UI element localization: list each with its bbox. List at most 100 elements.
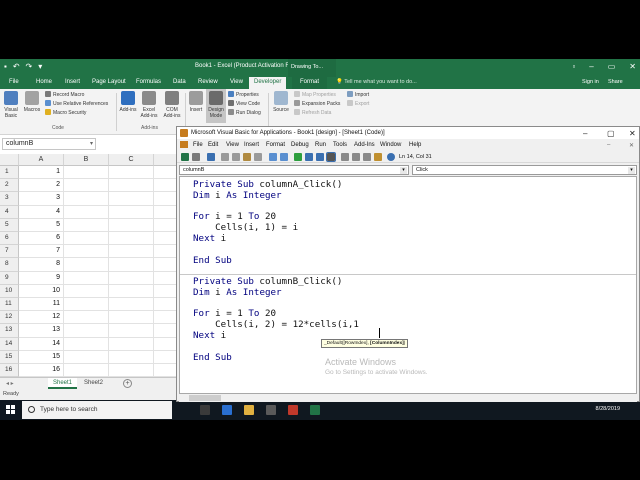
grid-cell[interactable] <box>109 258 154 272</box>
close-icon[interactable]: ✕ <box>629 62 636 71</box>
share-button[interactable]: Share <box>608 79 623 85</box>
design-mode-button[interactable]: Design Mode <box>206 89 226 123</box>
menu-format[interactable]: Format <box>266 142 285 148</box>
code-line[interactable]: Cells(i, 2) = 12*cells(i,1 <box>193 319 359 330</box>
tab-home[interactable]: Home <box>36 79 52 85</box>
save-icon[interactable]: ▪ <box>4 62 7 71</box>
code-procedure-columnA[interactable]: Private Sub columnA_Click() Dim i As Int… <box>193 179 342 266</box>
tab-data[interactable]: Data <box>173 79 186 85</box>
row-header[interactable]: 9 <box>0 271 19 285</box>
sign-in-link[interactable]: Sign in <box>582 79 599 85</box>
task-view-icon[interactable] <box>200 405 210 415</box>
grid-cell[interactable]: 12 <box>19 311 64 325</box>
grid-cell[interactable]: 1 <box>19 166 64 180</box>
row-header[interactable]: 2 <box>0 179 19 193</box>
store-icon[interactable] <box>266 405 276 415</box>
redo-icon[interactable] <box>280 153 288 161</box>
row-header[interactable]: 4 <box>0 205 19 219</box>
menu-run[interactable]: Run <box>315 142 326 148</box>
copy-icon[interactable] <box>232 153 240 161</box>
save-icon[interactable] <box>207 153 215 161</box>
grid-cell[interactable] <box>64 166 109 180</box>
code-line[interactable]: For i = 1 To 20 <box>193 211 276 222</box>
view-excel-icon[interactable] <box>181 153 189 161</box>
grid-cell[interactable]: 16 <box>19 364 64 378</box>
windows-start-icon[interactable] <box>6 405 16 415</box>
grid-cell[interactable] <box>109 245 154 259</box>
grid-cell[interactable] <box>109 166 154 180</box>
column-header[interactable]: A <box>19 154 64 166</box>
source-button[interactable]: Source <box>271 91 291 113</box>
macro-security-button[interactable]: Macro Security <box>45 109 86 117</box>
ribbon-display-icon[interactable]: ▫ <box>572 62 575 71</box>
grid-cell[interactable] <box>64 245 109 259</box>
grid-cell[interactable] <box>64 364 109 378</box>
grid-cell[interactable] <box>109 350 154 364</box>
cut-icon[interactable] <box>221 153 229 161</box>
taskbar-search[interactable]: Type here to search <box>22 401 172 419</box>
procedure-dropdown[interactable]: Click ▾ <box>412 165 637 175</box>
grid-cell[interactable] <box>64 324 109 338</box>
chevron-down-icon[interactable]: ▾ <box>90 140 93 147</box>
chevron-down-icon[interactable]: ▾ <box>400 167 407 174</box>
file-explorer-icon[interactable] <box>244 405 254 415</box>
name-box[interactable]: columnB ▾ <box>2 138 96 150</box>
object-dropdown[interactable]: columnB ▾ <box>179 165 409 175</box>
insert-controls-button[interactable]: Insert <box>187 91 205 113</box>
undo-icon[interactable]: ↶ <box>13 62 20 71</box>
maximize-icon[interactable]: ▭ <box>608 62 616 71</box>
sheet-tab-sheet1[interactable]: Sheet1 <box>48 378 78 389</box>
visual-basic-button[interactable]: Visual Basic <box>2 91 20 119</box>
grid-cell[interactable] <box>109 324 154 338</box>
select-all-corner[interactable] <box>0 154 19 166</box>
grid-cell[interactable] <box>109 232 154 246</box>
view-code-button[interactable]: View Code <box>228 100 260 108</box>
reset-icon[interactable] <box>316 153 324 161</box>
menu-edit[interactable]: Edit <box>208 142 218 148</box>
grid-cell[interactable] <box>64 258 109 272</box>
grid-cell[interactable] <box>64 232 109 246</box>
menu-help[interactable]: Help <box>409 142 421 148</box>
code-horizontal-scrollbar[interactable] <box>179 394 637 402</box>
row-header[interactable]: 16 <box>0 364 19 378</box>
grid-cell[interactable]: 15 <box>19 350 64 364</box>
row-header[interactable]: 13 <box>0 324 19 338</box>
menu-insert[interactable]: Insert <box>244 142 259 148</box>
code-line[interactable]: Dim i As Integer <box>193 287 282 298</box>
row-header[interactable]: 10 <box>0 284 19 298</box>
code-line[interactable]: End Sub <box>193 352 232 363</box>
row-header[interactable]: 5 <box>0 218 19 232</box>
column-header[interactable]: B <box>64 154 109 166</box>
scrollbar-thumb[interactable] <box>189 395 221 401</box>
relative-refs-button[interactable]: Use Relative References <box>45 100 108 108</box>
redo-icon[interactable]: ↷ <box>26 62 33 71</box>
code-line[interactable]: Next i <box>193 330 226 341</box>
refresh-data-button[interactable]: Refresh Data <box>294 109 331 117</box>
worksheet-grid[interactable]: A B C 1 1 2 2 3 3 4 4 5 5 6 6 7 7 8 8 9 9 10 10 11 11 12 12 13 13… <box>0 154 180 378</box>
grid-cell[interactable]: 10 <box>19 284 64 298</box>
grid-cell[interactable] <box>64 218 109 232</box>
grid-cell[interactable]: 3 <box>19 192 64 206</box>
grid-cell[interactable] <box>109 284 154 298</box>
code-line[interactable]: Dim i As Integer <box>193 190 282 201</box>
code-procedure-columnB[interactable]: Private Sub columnB_Click() Dim i As Int… <box>193 276 359 363</box>
menu-view[interactable]: View <box>226 142 239 148</box>
paste-icon[interactable] <box>243 153 251 161</box>
code-line[interactable]: For i = 1 To 20 <box>193 308 276 319</box>
edge-icon[interactable] <box>222 405 232 415</box>
minimize-icon[interactable]: – <box>589 62 593 71</box>
tab-insert[interactable]: Insert <box>65 79 80 85</box>
grid-cell[interactable] <box>109 298 154 312</box>
grid-cell[interactable] <box>109 192 154 206</box>
grid-cell[interactable]: 6 <box>19 232 64 246</box>
row-header[interactable]: 15 <box>0 350 19 364</box>
grid-cell[interactable]: 7 <box>19 245 64 259</box>
macros-button[interactable]: Macros <box>22 91 42 113</box>
export-button[interactable]: Export <box>347 100 369 108</box>
tab-developer[interactable]: Developer <box>249 77 287 89</box>
grid-cell[interactable] <box>109 205 154 219</box>
grid-cell[interactable] <box>64 284 109 298</box>
grid-cell[interactable] <box>64 271 109 285</box>
project-explorer-icon[interactable] <box>341 153 349 161</box>
excel-taskbar-icon[interactable] <box>310 405 320 415</box>
